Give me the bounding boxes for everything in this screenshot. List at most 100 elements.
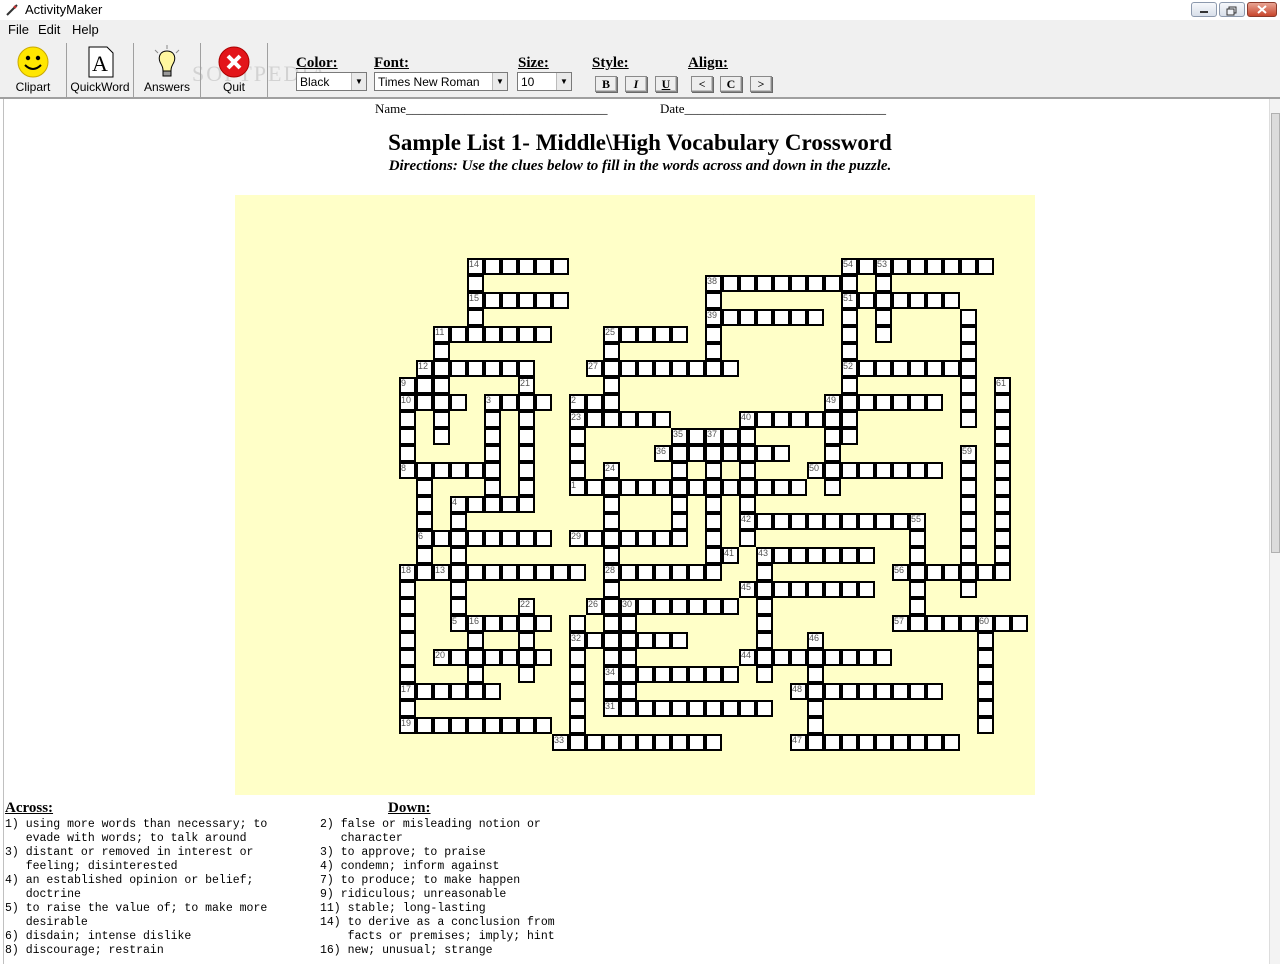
grid-cell: [586, 411, 603, 428]
grid-cell: [960, 462, 977, 479]
grid-cell: [909, 462, 926, 479]
grid-cell: [467, 666, 484, 683]
clipart-button[interactable]: Clipart: [0, 43, 67, 97]
grid-cell: [450, 581, 467, 598]
clue-number: 37: [707, 429, 718, 439]
grid-cell: [501, 394, 518, 411]
bold-button[interactable]: B: [595, 76, 617, 92]
across-clues: 1) using more words than necessary; to e…: [5, 818, 268, 957]
grid-cell: [518, 615, 535, 632]
grid-cell: [569, 445, 586, 462]
italic-button[interactable]: I: [625, 76, 647, 92]
align-center-button[interactable]: C: [720, 76, 742, 92]
quit-button[interactable]: Quit: [201, 43, 268, 97]
menu-file[interactable]: File: [8, 22, 29, 37]
grid-cell: [875, 292, 892, 309]
chevron-down-icon[interactable]: ▼: [492, 73, 507, 90]
grid-cell: [603, 547, 620, 564]
smiley-icon: [17, 46, 49, 78]
chevron-down-icon[interactable]: ▼: [351, 73, 366, 90]
align-right-button[interactable]: >: [750, 76, 772, 92]
quickword-button[interactable]: A QuickWord: [67, 43, 134, 97]
align-left-button[interactable]: <: [691, 76, 713, 92]
grid-cell: [688, 564, 705, 581]
grid-cell: [841, 734, 858, 751]
clue-number: 31: [605, 701, 616, 711]
grid-cell: [875, 649, 892, 666]
grid-cell: [467, 649, 484, 666]
grid-cell: [977, 649, 994, 666]
clue-number: 3: [486, 395, 492, 405]
grid-cell: [399, 445, 416, 462]
grid-cell: [603, 394, 620, 411]
clue-number: 8: [401, 463, 407, 473]
vertical-scrollbar[interactable]: [1269, 99, 1280, 964]
grid-cell: [620, 649, 637, 666]
underline-button[interactable]: U: [655, 76, 677, 92]
grid-cell: [705, 547, 722, 564]
grid-cell: [637, 632, 654, 649]
grid-cell: [688, 700, 705, 717]
grid-cell: [773, 445, 790, 462]
grid-cell: [824, 581, 841, 598]
grid-cell: [841, 547, 858, 564]
grid-cell: [705, 292, 722, 309]
grid-cell: [484, 326, 501, 343]
grid-cell: [501, 717, 518, 734]
grid-cell: [688, 734, 705, 751]
grid-cell: [994, 411, 1011, 428]
minimize-button[interactable]: [1191, 2, 1217, 17]
grid-cell: [518, 445, 535, 462]
grid-cell: [841, 326, 858, 343]
grid-cell: [739, 428, 756, 445]
menu-edit[interactable]: Edit: [38, 22, 60, 37]
font-select[interactable]: Times New Roman ▼: [374, 72, 508, 91]
grid-cell: [450, 326, 467, 343]
grid-cell: [535, 258, 552, 275]
grid-cell: [416, 564, 433, 581]
grid-cell: [552, 292, 569, 309]
chevron-down-icon[interactable]: ▼: [556, 73, 571, 90]
grid-cell: [705, 479, 722, 496]
maximize-button[interactable]: [1219, 2, 1245, 17]
grid-cell: [501, 496, 518, 513]
answers-label: Answers: [143, 80, 190, 94]
clue-number: 45: [741, 582, 752, 592]
grid-cell: [671, 530, 688, 547]
restore-icon: [1226, 6, 1237, 16]
grid-cell: [416, 513, 433, 530]
grid-cell: [994, 496, 1011, 513]
name-line: Name_______________________________: [375, 101, 608, 116]
scrollbar-thumb[interactable]: [1271, 113, 1280, 553]
grid-cell: [841, 411, 858, 428]
grid-cell: [790, 581, 807, 598]
clue-number: 47: [792, 735, 803, 745]
quit-label: Quit: [222, 80, 245, 94]
grid-cell: [637, 479, 654, 496]
clue-number: 10: [401, 395, 412, 405]
clue-number: 60: [979, 616, 990, 626]
grid-cell: [705, 462, 722, 479]
grid-cell: [773, 581, 790, 598]
grid-cell: [671, 445, 688, 462]
close-window-button[interactable]: [1247, 2, 1277, 17]
grid-cell: [620, 632, 637, 649]
grid-cell: [722, 275, 739, 292]
grid-cell: [943, 564, 960, 581]
grid-cell: [637, 598, 654, 615]
size-select[interactable]: 10 ▼: [517, 72, 572, 91]
answers-button[interactable]: Answers: [134, 43, 201, 97]
grid-cell: [569, 564, 586, 581]
grid-cell: [688, 445, 705, 462]
grid-cell: [450, 598, 467, 615]
grid-cell: [450, 394, 467, 411]
grid-cell: [637, 360, 654, 377]
menu-help[interactable]: Help: [72, 22, 99, 37]
grid-cell: [688, 598, 705, 615]
clue-number: 24: [605, 463, 616, 473]
grid-cell: [535, 615, 552, 632]
color-select[interactable]: Black ▼: [296, 72, 367, 91]
grid-cell: [654, 479, 671, 496]
grid-cell: [416, 394, 433, 411]
grid-cell: [484, 462, 501, 479]
